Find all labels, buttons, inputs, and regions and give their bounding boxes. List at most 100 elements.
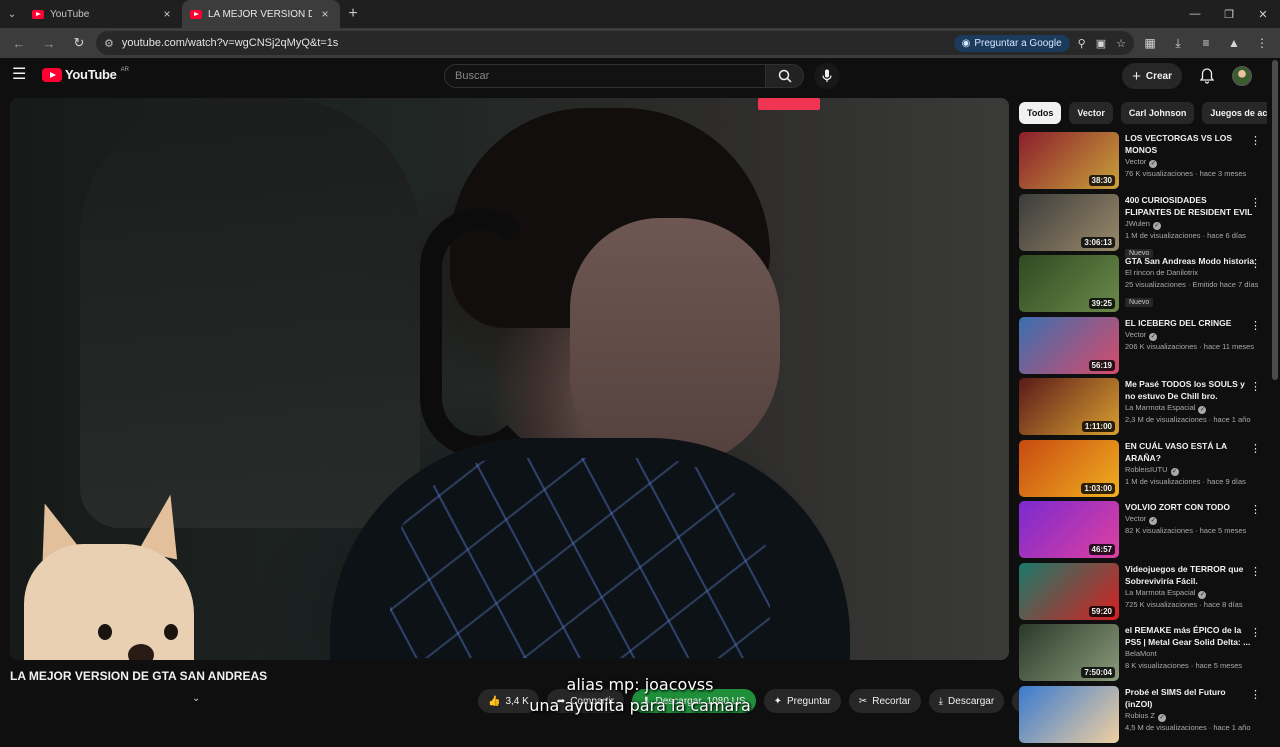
verified-check-icon: ✓ <box>1198 406 1207 414</box>
browser-tab-video[interactable]: LA MEJOR VERSION DE GTA SA × <box>182 0 340 28</box>
close-window-icon[interactable]: ✕ <box>1246 0 1280 28</box>
browser-menu-icon[interactable]: ⋮ <box>1250 31 1274 55</box>
back-arrow-icon[interactable]: ← <box>6 30 32 56</box>
recommendation-title[interactable]: Videojuegos de TERROR que Sobreviviría F… <box>1125 563 1253 587</box>
create-label: Crear <box>1145 70 1172 82</box>
video-thumbnail[interactable]: 59:20 <box>1019 562 1119 620</box>
channel-name[interactable]: Vector <box>1125 330 1146 339</box>
chip-juegos-de-accion[interactable]: Juegos de acción y <box>1202 102 1267 124</box>
recommendation-title[interactable]: Me Pasé TODOS los SOULS y no estuvo De C… <box>1125 378 1253 402</box>
channel-name[interactable]: La Marmota Espacial <box>1125 403 1195 412</box>
channel-name[interactable]: Vector <box>1125 514 1146 523</box>
verified-check-icon: ✓ <box>1149 160 1158 168</box>
video-thumbnail[interactable]: 39:25 <box>1019 255 1119 312</box>
recommendation-item[interactable]: 39:25 GTA San Andreas Modo historia El rin… <box>1019 255 1267 312</box>
new-tab-plus-icon[interactable]: + <box>340 0 366 28</box>
youtube-logo[interactable]: YouTube AR <box>42 67 129 82</box>
recommendation-item[interactable]: 7:50:04 el REMAKE más ÉPICO de la PS5 | M… <box>1019 624 1267 681</box>
duration-badge: 1:03:00 <box>1081 482 1115 494</box>
verified-check-icon: ✓ <box>1152 221 1161 230</box>
more-options-icon[interactable]: ⋮ <box>1250 565 1261 578</box>
recommendation-item[interactable]: 1:11:00 Me Pasé TODOS los SOULS y no estu… <box>1019 378 1267 435</box>
restore-icon[interactable]: ❐ <box>1212 0 1246 28</box>
reload-icon[interactable]: ↻ <box>66 30 92 56</box>
browser-tab-youtube[interactable]: YouTube × <box>24 0 182 28</box>
recommendation-item[interactable]: Probé el SIMS del Futuro (inZOI) Rubius Z… <box>1019 685 1267 743</box>
site-settings-icon[interactable]: ⚙ <box>104 37 114 50</box>
channel-name[interactable]: Vector <box>1125 157 1146 166</box>
recommendation-title[interactable]: el REMAKE más ÉPICO de la PS5 | Metal Ge… <box>1125 624 1253 648</box>
search-button[interactable] <box>766 64 804 88</box>
more-options-icon[interactable]: ⋮ <box>1250 688 1261 701</box>
video-thumbnail[interactable]: 7:50:04 <box>1019 624 1119 681</box>
plus-icon: + <box>1132 67 1141 85</box>
view-count-and-date: 1 M de visualizaciones · hace 6 días <box>1125 230 1246 240</box>
recommendation-title[interactable]: EL ICEBERG DEL CRINGE <box>1125 317 1254 329</box>
recommendation-title[interactable]: EN CUÁL VASO ESTÁ LA ARAÑA? <box>1125 440 1253 464</box>
page-scrollbar[interactable] <box>1272 60 1278 380</box>
video-thumbnail[interactable]: 46:57 <box>1019 501 1119 558</box>
video-thumbnail[interactable]: 1:11:00 <box>1019 378 1119 435</box>
chip-todos[interactable]: Todos <box>1019 102 1062 124</box>
tab-search-chevron-icon[interactable]: ⌄ <box>0 0 24 28</box>
recommendation-item[interactable]: 3:06:13 400 CURIOSIDADES FLIPANTES DE RES… <box>1019 193 1267 258</box>
close-tab-icon[interactable]: × <box>318 7 332 21</box>
channel-name[interactable]: La Marmota Espacial <box>1125 588 1195 597</box>
more-options-icon[interactable]: ⋮ <box>1250 503 1261 516</box>
channel-name[interactable]: BelaMont <box>1125 649 1157 658</box>
video-thumbnail[interactable] <box>1019 685 1119 743</box>
recommendation-item[interactable]: 38:30 LOS VECTORGAS VS LOS MONOS Vector ✓ 76… <box>1019 132 1267 189</box>
channel-name[interactable]: El rincon de Danilotrix <box>1125 268 1198 277</box>
install-app-icon[interactable]: ▣ <box>1096 37 1106 50</box>
channel-name[interactable]: Rubius Z <box>1125 711 1155 720</box>
recommendation-title[interactable]: Probé el SIMS del Futuro (inZOI) <box>1125 686 1253 710</box>
video-thumbnail[interactable]: 38:30 <box>1019 132 1119 189</box>
view-count-and-date: 2,3 M de visualizaciones · hace 1 año <box>1125 415 1251 424</box>
minimize-icon[interactable]: — <box>1178 0 1212 28</box>
chip-vector[interactable]: Vector <box>1069 102 1113 124</box>
pop-cat-overlay <box>14 490 204 660</box>
recommendation-title[interactable]: LOS VECTORGAS VS LOS MONOS <box>1125 132 1253 156</box>
close-tab-icon[interactable]: × <box>160 7 174 21</box>
voice-search-button[interactable] <box>814 63 840 89</box>
more-options-icon[interactable]: ⋮ <box>1250 134 1261 147</box>
account-avatar[interactable] <box>1232 66 1252 86</box>
more-options-icon[interactable]: ⋮ <box>1250 257 1261 270</box>
recommendation-item[interactable]: 59:20 Videojuegos de TERROR que Sobrevivi… <box>1019 562 1267 620</box>
hamburger-menu-icon[interactable]: ☰ <box>12 66 30 84</box>
ask-google-button[interactable]: ◉ Preguntar a Google <box>953 34 1070 52</box>
more-options-icon[interactable]: ⋮ <box>1250 626 1261 639</box>
reading-list-icon[interactable]: ≡ <box>1194 31 1218 55</box>
forward-arrow-icon[interactable]: → <box>36 30 62 56</box>
recommendation-title[interactable]: GTA San Andreas Modo historia <box>1125 255 1258 267</box>
url-text[interactable]: youtube.com/watch?v=wgCNSj2qMyQ&t=1s <box>122 37 946 49</box>
headphones <box>420 208 540 458</box>
recommendation-list: 38:30 LOS VECTORGAS VS LOS MONOS Vector ✓ 76… <box>1019 132 1267 743</box>
more-options-icon[interactable]: ⋮ <box>1250 319 1261 332</box>
extensions-puzzle-icon[interactable]: ▦ <box>1138 31 1162 55</box>
recommendation-item[interactable]: 56:19 EL ICEBERG DEL CRINGE Vector ✓ 206 K v… <box>1019 316 1267 374</box>
zoom-icon[interactable]: ⚲ <box>1078 37 1086 50</box>
create-button[interactable]: + Crear <box>1122 63 1182 89</box>
video-thumbnail[interactable]: 3:06:13 <box>1019 193 1119 251</box>
recommendation-title[interactable]: 400 CURIOSIDADES FLIPANTES DE RESIDENT E… <box>1125 194 1253 218</box>
channel-name[interactable]: JWulen <box>1125 219 1150 228</box>
more-options-icon[interactable]: ⋮ <box>1250 442 1261 455</box>
recommendation-item[interactable]: 1:03:00 EN CUÁL VASO ESTÁ LA ARAÑA? Roblei… <box>1019 439 1267 497</box>
channel-name[interactable]: RobleisIUTU <box>1125 465 1168 474</box>
bookmark-star-icon[interactable]: ☆ <box>1116 37 1126 50</box>
address-bar[interactable]: ⚙ youtube.com/watch?v=wgCNSj2qMyQ&t=1s ◉… <box>96 31 1134 55</box>
video-thumbnail[interactable]: 1:03:00 <box>1019 439 1119 497</box>
video-player[interactable] <box>10 98 1009 660</box>
search-input[interactable]: Buscar <box>444 64 766 88</box>
profile-extension-icon[interactable]: ▲ <box>1222 31 1246 55</box>
recommendation-title[interactable]: VOLVIO ZORT CON TODO <box>1125 501 1253 513</box>
recommendation-item[interactable]: 46:57 VOLVIO ZORT CON TODO Vector ✓ 82 K vis… <box>1019 501 1267 558</box>
duration-badge: 38:30 <box>1088 175 1115 186</box>
video-thumbnail[interactable]: 56:19 <box>1019 316 1119 374</box>
chip-carl-johnson[interactable]: Carl Johnson <box>1120 102 1195 124</box>
notifications-bell-icon[interactable] <box>1196 65 1218 87</box>
more-options-icon[interactable]: ⋮ <box>1250 380 1261 393</box>
downloads-icon[interactable]: ⤓ <box>1166 31 1190 55</box>
more-options-icon[interactable]: ⋮ <box>1250 196 1261 209</box>
